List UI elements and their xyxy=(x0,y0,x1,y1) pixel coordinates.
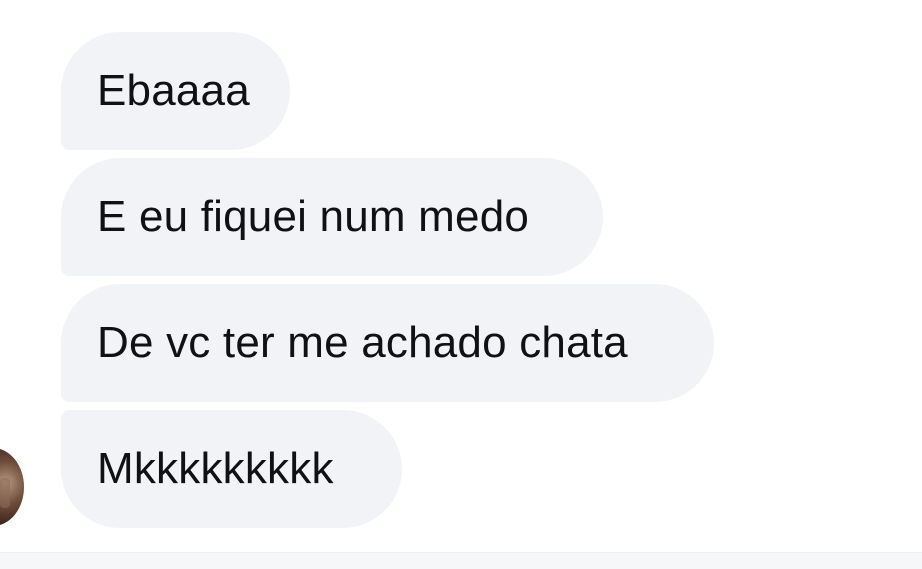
message-bubble[interactable]: De vc ter me achado chata xyxy=(61,284,714,402)
composer-area[interactable] xyxy=(0,552,922,569)
message-text: Mkkkkkkkkk xyxy=(97,444,334,493)
message-text: De vc ter me achado chata xyxy=(97,318,628,367)
message-bubble[interactable]: Mkkkkkkkkk xyxy=(61,410,402,528)
message-text: Ebaaaa xyxy=(97,66,250,115)
message-bubble[interactable]: Ebaaaa xyxy=(61,32,290,150)
message-text: E eu fiquei num medo xyxy=(97,192,530,241)
message-bubble[interactable]: E eu fiquei num medo xyxy=(61,158,603,276)
chat-thread: Ebaaaa E eu fiquei num medo De vc ter me… xyxy=(0,0,922,569)
sender-avatar[interactable] xyxy=(0,448,24,526)
